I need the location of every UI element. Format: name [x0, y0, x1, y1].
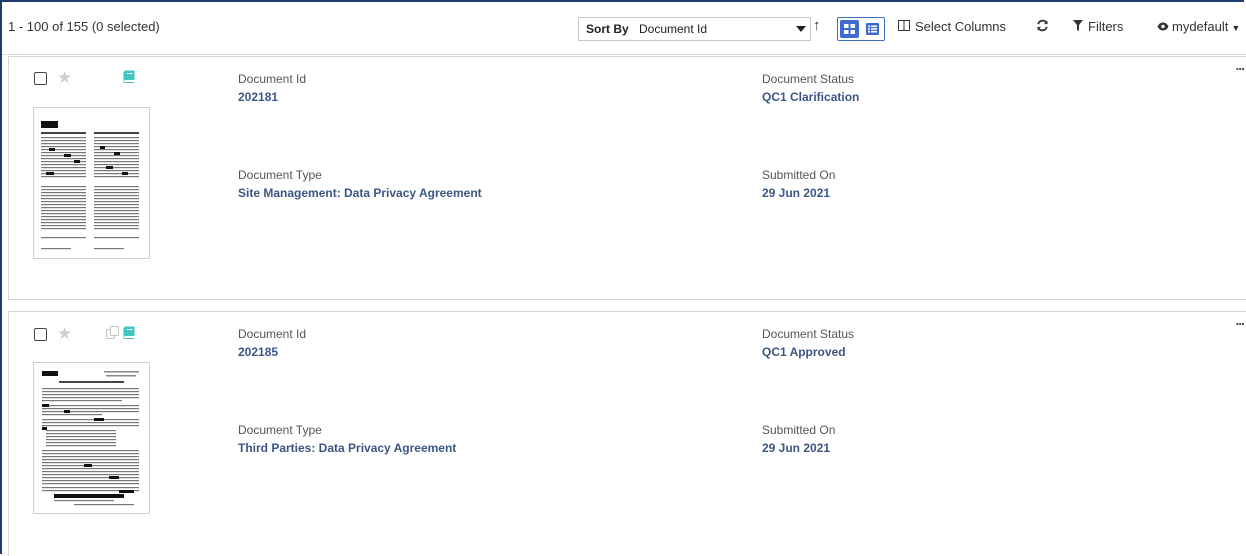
columns-icon	[898, 19, 910, 34]
eye-icon	[1157, 19, 1169, 34]
view-selector[interactable]: mydefault ▼	[1157, 19, 1240, 34]
arrow-up-icon[interactable]: ↑	[813, 17, 821, 34]
document-thumbnail[interactable]	[33, 362, 150, 514]
sort-by-dropdown[interactable]: Sort By Document Id	[578, 17, 811, 41]
chevron-down-icon: ▼	[1231, 23, 1241, 33]
refresh-icon[interactable]	[1036, 19, 1049, 35]
filters-label: Filters	[1088, 19, 1124, 34]
document-id-value[interactable]: 202181	[238, 90, 278, 104]
filter-icon	[1073, 19, 1083, 34]
document-card[interactable]: ★	[8, 56, 1246, 300]
filters-button[interactable]: Filters	[1073, 19, 1123, 34]
document-status-value: QC1 Clarification	[762, 90, 860, 104]
view-toggle	[837, 17, 885, 41]
results-toolbar: 1 - 100 of 155 (0 selected) Sort By Docu…	[2, 2, 1246, 55]
document-thumbnail[interactable]	[33, 107, 150, 259]
select-checkbox[interactable]	[34, 72, 47, 85]
view-selector-label: mydefault	[1172, 19, 1229, 34]
submitted-on-value: 29 Jun 2021	[762, 441, 831, 455]
submitted-on-label: Submitted On	[762, 423, 836, 437]
book-icon[interactable]	[123, 70, 135, 83]
copy-icon[interactable]	[106, 326, 119, 341]
more-options-button[interactable]: ...	[1235, 312, 1245, 328]
star-icon[interactable]: ★	[57, 325, 72, 342]
document-type-label: Document Type	[238, 168, 322, 182]
document-card[interactable]: ★	[8, 311, 1246, 556]
document-status-label: Document Status	[762, 72, 855, 86]
select-columns-label: Select Columns	[915, 19, 1007, 34]
document-type-value: Third Parties: Data Privacy Agreement	[238, 441, 457, 455]
sort-by-value: Document Id	[639, 22, 708, 36]
select-columns-button[interactable]: Select Columns	[898, 19, 1006, 34]
document-type-value: Site Management: Data Privacy Agreement	[238, 186, 482, 200]
submitted-on-label: Submitted On	[762, 168, 836, 182]
book-icon[interactable]	[123, 326, 135, 339]
more-options-button[interactable]: ...	[1235, 57, 1245, 73]
grid-view-icon[interactable]	[840, 20, 859, 38]
document-status-label: Document Status	[762, 327, 855, 341]
document-id-label: Document Id	[238, 72, 307, 86]
result-count: 1 - 100 of 155 (0 selected)	[8, 19, 160, 34]
star-icon[interactable]: ★	[57, 69, 72, 86]
document-id-value[interactable]: 202185	[238, 345, 278, 359]
document-id-label: Document Id	[238, 327, 307, 341]
sort-by-label: Sort By	[586, 22, 629, 36]
document-type-label: Document Type	[238, 423, 322, 437]
select-checkbox[interactable]	[34, 328, 47, 341]
submitted-on-value: 29 Jun 2021	[762, 186, 831, 200]
chevron-down-icon	[796, 26, 806, 32]
list-view-icon[interactable]	[863, 20, 882, 38]
document-status-value: QC1 Approved	[762, 345, 846, 359]
